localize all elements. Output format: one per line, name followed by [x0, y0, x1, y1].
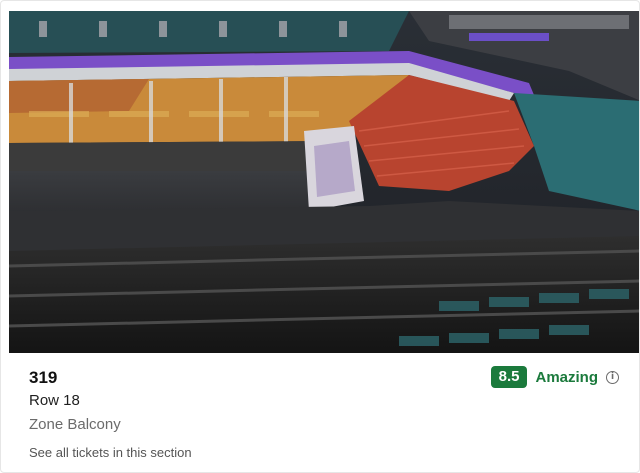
row-label: Row 18 [29, 392, 80, 409]
zone-label: Zone Balcony [29, 416, 121, 433]
view-rating: 8.5 Amazing i [490, 366, 619, 388]
seat-view-card[interactable]: 319 Row 18 Zone Balcony See all tickets … [0, 0, 640, 473]
see-all-tickets-link[interactable]: See all tickets in this section [29, 445, 192, 460]
info-icon[interactable]: i [606, 370, 619, 384]
arena-view-image [9, 11, 639, 353]
section-number: 319 [29, 368, 58, 387]
rating-label: Amazing [535, 368, 598, 386]
rating-score-badge: 8.5 [490, 366, 528, 388]
